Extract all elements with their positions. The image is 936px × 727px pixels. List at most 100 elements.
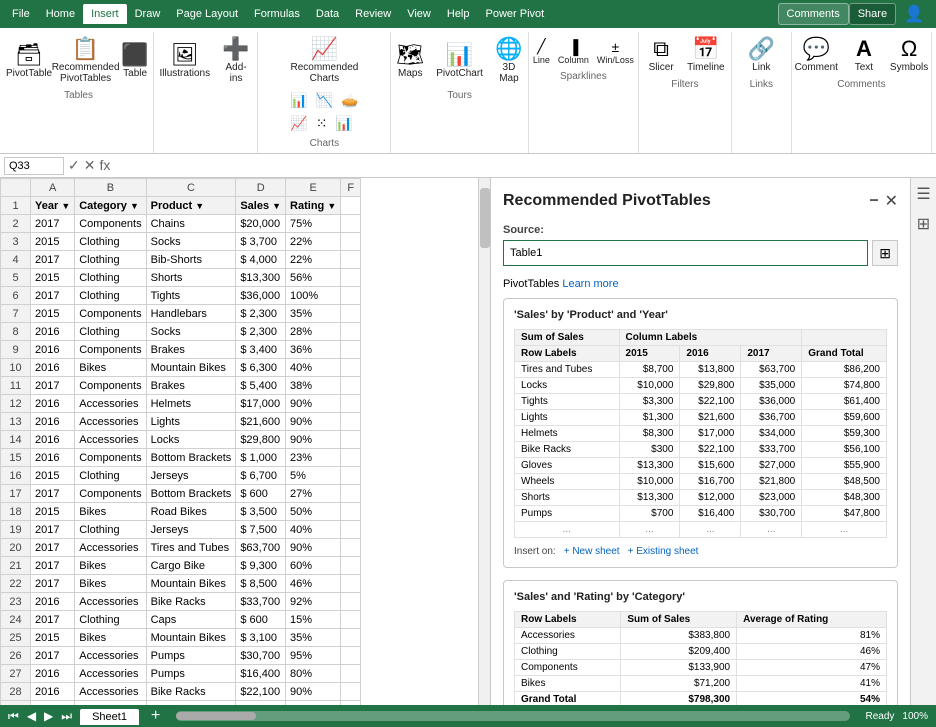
table-row[interactable]: 122016AccessoriesHelmets$17,00090% (1, 395, 361, 413)
cell[interactable]: Bike Racks (146, 593, 236, 611)
cell[interactable]: 2017 (31, 539, 75, 557)
formula-x[interactable]: ✕ (84, 157, 96, 174)
cell[interactable]: $13,300 (236, 269, 286, 287)
cell-empty[interactable] (341, 251, 361, 269)
cell-empty[interactable] (341, 377, 361, 395)
cell[interactable]: $33,700 (236, 593, 286, 611)
link-button[interactable]: 🔗 Link (741, 36, 781, 75)
cell[interactable]: Clothing (75, 233, 146, 251)
table-row[interactable]: 62017ClothingTights$36,000100% (1, 287, 361, 305)
col-header-B[interactable]: B (75, 179, 146, 197)
cell[interactable]: Bottom Brackets (146, 449, 236, 467)
menu-pagelayout[interactable]: Page Layout (168, 4, 246, 24)
cell[interactable]: Mountain Bikes (146, 575, 236, 593)
cell[interactable]: Helmets (146, 395, 236, 413)
cell-empty[interactable] (341, 557, 361, 575)
cell[interactable]: Clothing (75, 323, 146, 341)
cell[interactable]: Shorts (146, 269, 236, 287)
cell[interactable]: 95% (286, 647, 341, 665)
field-list-icon[interactable]: ☰ (913, 182, 934, 206)
cell[interactable]: Bib-Shorts (146, 251, 236, 269)
cell[interactable]: 2016 (31, 413, 75, 431)
cell[interactable]: Accessories (75, 431, 146, 449)
cell[interactable]: $ 600 (236, 611, 286, 629)
cell[interactable]: Road Bikes (146, 503, 236, 521)
cell[interactable]: 90% (286, 395, 341, 413)
cell[interactable]: Pumps (146, 665, 236, 683)
col-header-A[interactable]: A (31, 179, 75, 197)
cell-empty[interactable] (341, 575, 361, 593)
cell-empty[interactable] (341, 233, 361, 251)
cell[interactable]: 2017 (31, 521, 75, 539)
cell[interactable]: 50% (286, 503, 341, 521)
cell[interactable]: Bikes (75, 557, 146, 575)
cell[interactable]: Components (75, 341, 146, 359)
cell[interactable]: $ 9,300 (236, 557, 286, 575)
menu-home[interactable]: Home (38, 4, 83, 24)
menu-view[interactable]: View (399, 4, 439, 24)
slicer-button[interactable]: ⧉ Slicer (641, 36, 681, 75)
col-header-E[interactable]: E (286, 179, 341, 197)
table-row[interactable]: 1Year ▼Category ▼Product ▼Sales ▼Rating … (1, 197, 361, 215)
pivot-section-1[interactable]: 'Sales' by 'Product' and 'Year' Sum of S… (503, 298, 898, 568)
cell[interactable]: 80% (286, 665, 341, 683)
maps-button[interactable]: 🗺 Maps (390, 42, 430, 81)
table-row[interactable]: 162015ClothingJerseys$ 6,7005% (1, 467, 361, 485)
cell[interactable]: 2017 (31, 215, 75, 233)
cell[interactable]: 2016 (31, 683, 75, 701)
cell[interactable]: 2017 (31, 575, 75, 593)
cell-empty[interactable] (341, 539, 361, 557)
cell[interactable]: 2016 (31, 431, 75, 449)
cell-empty[interactable] (341, 305, 361, 323)
cell-empty[interactable] (341, 647, 361, 665)
formula-check[interactable]: ✓ (68, 157, 80, 174)
cell[interactable]: 2017 (31, 611, 75, 629)
cell-empty[interactable] (341, 485, 361, 503)
cell[interactable]: Caps (146, 611, 236, 629)
table-row[interactable]: 222017BikesMountain Bikes$ 8,50046% (1, 575, 361, 593)
table-row[interactable]: 22017ComponentsChains$20,00075% (1, 215, 361, 233)
timeline-button[interactable]: 📅 Timeline (683, 36, 728, 75)
cell[interactable]: $22,100 (236, 683, 286, 701)
cell[interactable]: 90% (286, 413, 341, 431)
cell[interactable]: $ 2,300 (236, 323, 286, 341)
more-charts-button[interactable]: 📊 (332, 113, 355, 134)
cell[interactable]: Mountain Bikes (146, 629, 236, 647)
cell[interactable]: Clothing (75, 251, 146, 269)
table-row[interactable]: 82016ClothingSocks$ 2,30028% (1, 323, 361, 341)
table-row[interactable]: 132016AccessoriesLights$21,60090% (1, 413, 361, 431)
cell[interactable]: 36% (286, 341, 341, 359)
cell[interactable]: Components (75, 377, 146, 395)
table-row[interactable]: 262017AccessoriesPumps$30,70095% (1, 647, 361, 665)
cell[interactable]: 35% (286, 305, 341, 323)
pivotchart-button[interactable]: 📊 PivotChart (432, 42, 487, 81)
cell[interactable]: Accessories (75, 413, 146, 431)
cell[interactable]: Clothing (75, 269, 146, 287)
cell[interactable]: 2016 (31, 449, 75, 467)
cell-empty[interactable] (341, 215, 361, 233)
cell[interactable]: $ 600 (236, 485, 286, 503)
cell[interactable]: 2016 (31, 359, 75, 377)
cell[interactable]: 2017 (31, 377, 75, 395)
cell[interactable]: Accessories (75, 647, 146, 665)
3d-map-button[interactable]: 🌐 3DMap (489, 36, 529, 86)
horizontal-scrollbar[interactable] (176, 711, 849, 721)
nav-prev-start[interactable]: ⏮ (8, 709, 19, 724)
cell[interactable]: 100% (286, 287, 341, 305)
cell[interactable]: 2015 (31, 269, 75, 287)
cell[interactable]: Accessories (75, 395, 146, 413)
table-row[interactable]: 252015BikesMountain Bikes$ 3,10035% (1, 629, 361, 647)
cell[interactable]: $ 5,400 (236, 377, 286, 395)
table-row[interactable]: 102016BikesMountain Bikes$ 6,30040% (1, 359, 361, 377)
panel-close-button[interactable]: ✕ (885, 191, 898, 211)
cell-empty[interactable] (341, 197, 361, 215)
pie-chart-button[interactable]: 🥧 (338, 90, 361, 111)
menu-insert[interactable]: Insert (83, 4, 127, 24)
cell[interactable]: 2015 (31, 629, 75, 647)
table-row[interactable]: 152016ComponentsBottom Brackets$ 1,00023… (1, 449, 361, 467)
cell[interactable]: Accessories (75, 539, 146, 557)
cell-empty[interactable] (341, 593, 361, 611)
cell[interactable]: Locks (146, 431, 236, 449)
nav-prev[interactable]: ◀ (27, 709, 36, 723)
text-button[interactable]: A Text (844, 36, 884, 75)
